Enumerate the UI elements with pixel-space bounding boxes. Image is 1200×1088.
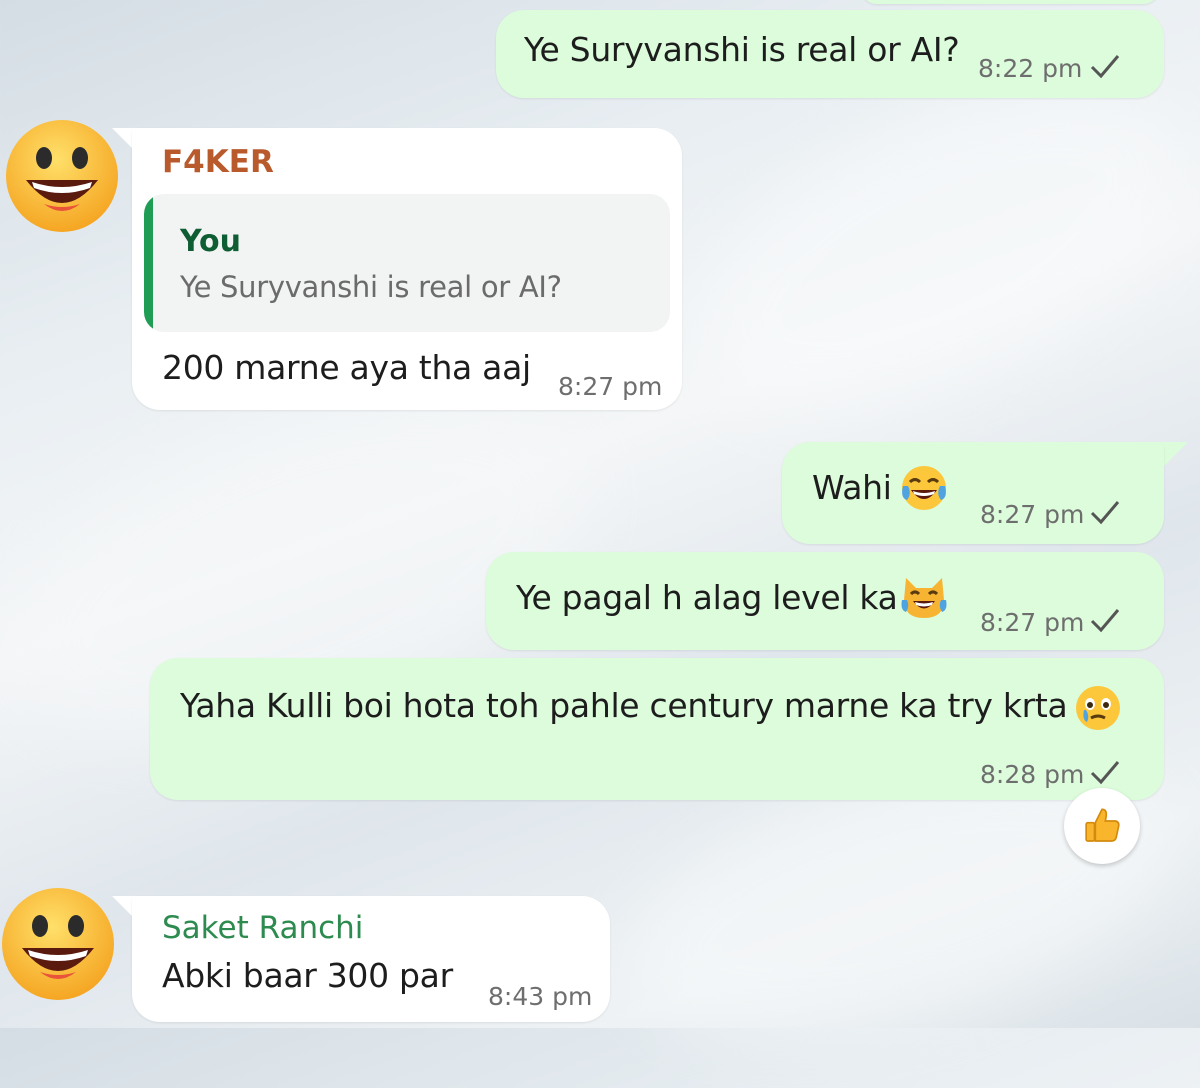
avatar-smiley-icon[interactable]	[4, 118, 120, 234]
message-time: 8:22 pm	[978, 54, 1083, 83]
message-text: Ye Suryvanshi is real or AI?	[524, 30, 960, 69]
message-bubble-incoming[interactable]: F4KER You Ye Suryvanshi is real or AI? 2…	[132, 128, 682, 410]
reaction-badge[interactable]	[1064, 788, 1140, 864]
face-holding-back-tears-icon	[1076, 686, 1120, 730]
sent-check-icon	[1090, 55, 1120, 79]
avatar-smiley-icon[interactable]	[0, 886, 116, 1002]
message-bubble-outgoing[interactable]: Wahi 8:27 pm	[782, 442, 1164, 544]
message-text: 200 marne aya tha aaj	[162, 348, 531, 387]
message-bubble-outgoing[interactable]: Yaha Kulli boi hota toh pahle century ma…	[150, 658, 1164, 800]
sent-check-icon	[1090, 501, 1120, 525]
sender-name[interactable]: Saket Ranchi	[162, 910, 363, 946]
message-text: Abki baar 300 par	[162, 956, 453, 995]
quote-author: You	[180, 224, 241, 259]
message-time: 8:43 pm	[488, 982, 593, 1011]
message-bubble-outgoing[interactable]: Ye pagal h alag level ka 8:27 pm	[486, 552, 1164, 650]
message-time: 8:27 pm	[558, 372, 663, 401]
message-time: 8:28 pm	[980, 760, 1085, 789]
message-text: Yaha Kulli boi hota toh pahle century ma…	[180, 686, 1068, 725]
quote-text: Ye Suryvanshi is real or AI?	[180, 270, 562, 304]
thumbs-up-icon	[1085, 808, 1120, 842]
message-time: 8:27 pm	[980, 500, 1085, 529]
message-text: Wahi	[812, 468, 892, 507]
previous-message-bubble[interactable]	[860, 0, 1160, 4]
face-with-tears-of-joy-icon	[902, 466, 946, 510]
quoted-message[interactable]: You Ye Suryvanshi is real or AI?	[144, 194, 670, 332]
quote-bar	[144, 194, 153, 332]
message-text: Ye pagal h alag level ka	[516, 578, 898, 617]
message-bubble-incoming[interactable]: Saket Ranchi Abki baar 300 par 8:43 pm	[132, 896, 610, 1022]
sent-check-icon	[1090, 609, 1120, 633]
sender-name[interactable]: F4KER	[162, 144, 274, 180]
message-bubble-outgoing[interactable]: Ye Suryvanshi is real or AI? 8:22 pm	[496, 10, 1164, 98]
message-time: 8:27 pm	[980, 608, 1085, 637]
bubble-tail	[1160, 442, 1188, 470]
sent-check-icon	[1090, 761, 1120, 785]
cat-with-tears-of-joy-icon	[901, 578, 947, 618]
